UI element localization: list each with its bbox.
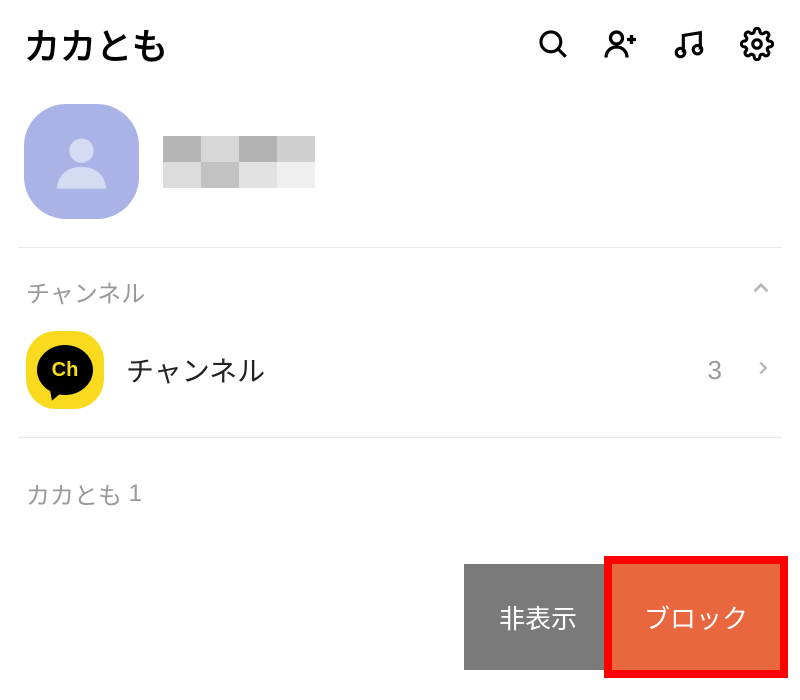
search-icon[interactable] — [534, 25, 572, 63]
chevron-up-icon — [748, 275, 774, 308]
channel-item[interactable]: Ch チャンネル 3 — [0, 319, 800, 437]
swipe-actions: 非表示 ブロック — [464, 564, 788, 670]
header-actions — [534, 25, 776, 63]
channel-count: 3 — [708, 355, 722, 386]
music-icon[interactable] — [670, 25, 708, 63]
channel-badge-text: Ch — [52, 359, 79, 382]
hide-button[interactable]: 非表示 — [464, 564, 612, 670]
chevron-right-icon — [752, 357, 774, 384]
channel-section-header[interactable]: チャンネル — [0, 248, 800, 319]
section-label: チャンネル — [26, 274, 145, 309]
page-title: カカとも — [24, 18, 168, 70]
avatar — [24, 104, 139, 219]
block-button[interactable]: ブロック — [604, 556, 788, 678]
friends-section-header[interactable]: カカとも 1 — [0, 438, 800, 519]
add-friend-icon[interactable] — [602, 25, 640, 63]
my-profile-row[interactable] — [0, 80, 800, 247]
app-header: カカとも — [0, 0, 800, 80]
channel-label: チャンネル — [126, 350, 686, 390]
profile-name-redacted — [163, 136, 315, 188]
section-label: カカとも — [26, 476, 122, 511]
settings-icon[interactable] — [738, 25, 776, 63]
channel-icon: Ch — [26, 331, 104, 409]
friends-count: 1 — [129, 480, 142, 508]
